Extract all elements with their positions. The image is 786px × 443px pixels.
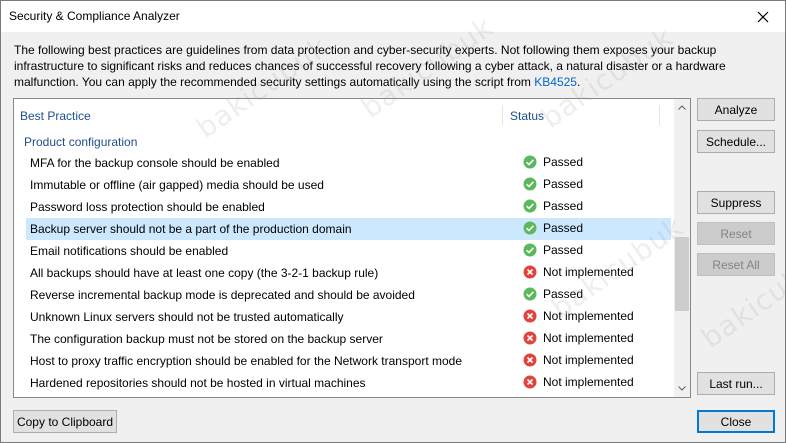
analyze-button[interactable]: Analyze <box>697 98 775 121</box>
table-row[interactable]: Backup server should not be a part of th… <box>26 218 671 240</box>
reset-all-button[interactable]: Reset All <box>697 253 775 276</box>
scroll-up-button[interactable] <box>674 99 690 116</box>
check-circle-icon <box>523 177 537 191</box>
suppress-button[interactable]: Suppress <box>697 191 775 214</box>
check-circle-icon <box>523 221 537 235</box>
group-label: Product configuration <box>24 135 138 149</box>
x-circle-icon <box>523 375 537 389</box>
status-cell: Passed <box>523 221 583 235</box>
status-cell: Passed <box>523 155 583 169</box>
status-text: Passed <box>543 199 584 213</box>
status-text: Not implemented <box>543 331 634 345</box>
practice-name: All backups should have at least one cop… <box>30 266 379 280</box>
scroll-down-button[interactable] <box>674 380 690 397</box>
table-row[interactable]: Password loss protection should be enabl… <box>26 196 671 218</box>
practice-name: Reverse incremental backup mode is depre… <box>30 288 415 302</box>
practice-name: Host to proxy traffic encryption should … <box>30 354 463 368</box>
status-cell: Not implemented <box>523 375 634 389</box>
practice-name: Hardened repositories should not be host… <box>30 376 366 390</box>
practice-name: Email notifications should be enabled <box>30 244 229 258</box>
column-header-status[interactable]: Status <box>510 109 544 123</box>
check-circle-icon <box>523 155 537 169</box>
status-text: Not implemented <box>543 309 634 323</box>
status-cell: Passed <box>523 287 583 301</box>
list-header: Best Practice Status <box>14 99 674 131</box>
close-button[interactable]: Close <box>697 410 775 433</box>
check-circle-icon <box>523 243 537 257</box>
rows-container: MFA for the backup console should be ena… <box>26 152 671 394</box>
practice-name: MFA for the backup console should be ena… <box>30 156 280 170</box>
column-divider[interactable] <box>502 105 503 125</box>
status-text: Passed <box>543 155 584 169</box>
close-icon <box>757 11 769 22</box>
table-row[interactable]: Reverse incremental backup mode is depre… <box>26 284 671 306</box>
description-text: The following best practices are guideli… <box>14 42 774 90</box>
description-body: The following best practices are guideli… <box>14 43 726 89</box>
vertical-scrollbar[interactable] <box>674 99 690 397</box>
status-text: Passed <box>543 243 584 257</box>
analyzer-window: Security & Compliance Analyzer The follo… <box>0 0 786 443</box>
practice-name: Backup server should not be a part of th… <box>30 222 352 236</box>
column-header-practice[interactable]: Best Practice <box>20 109 91 123</box>
title-bar: Security & Compliance Analyzer <box>1 1 785 32</box>
kb-link[interactable]: KB4525 <box>534 75 577 89</box>
practice-name: Password loss protection should be enabl… <box>30 200 265 214</box>
table-row[interactable]: Host to proxy traffic encryption should … <box>26 350 671 372</box>
table-row[interactable]: The configuration backup must not be sto… <box>26 328 671 350</box>
status-text: Passed <box>543 177 584 191</box>
table-row[interactable]: Email notifications should be enabled Pas… <box>26 240 671 262</box>
status-text: Not implemented <box>543 375 634 389</box>
x-circle-icon <box>523 353 537 367</box>
status-cell: Not implemented <box>523 265 634 279</box>
x-circle-icon <box>523 309 537 323</box>
status-cell: Passed <box>523 199 583 213</box>
copy-to-clipboard-button[interactable]: Copy to Clipboard <box>13 410 117 433</box>
status-cell: Not implemented <box>523 309 634 323</box>
practice-name: Immutable or offline (air gapped) media … <box>30 178 324 192</box>
scroll-thumb[interactable] <box>675 237 689 311</box>
description-suffix: . <box>576 75 581 89</box>
x-circle-icon <box>523 331 537 345</box>
practice-name: Unknown Linux servers should not be trus… <box>30 310 344 324</box>
reset-button[interactable]: Reset <box>697 222 775 245</box>
best-practices-list[interactable]: Best Practice Status Product configurati… <box>13 98 691 398</box>
status-text: Passed <box>543 287 584 301</box>
table-row[interactable]: All backups should have at least one cop… <box>26 262 671 284</box>
chevron-down-icon <box>678 386 686 391</box>
table-row[interactable]: MFA for the backup console should be ena… <box>26 152 671 174</box>
table-row[interactable]: Hardened repositories should not be host… <box>26 372 671 394</box>
status-cell: Not implemented <box>523 353 634 367</box>
status-cell: Passed <box>523 243 583 257</box>
practice-name: The configuration backup must not be sto… <box>30 332 383 346</box>
close-window-button[interactable] <box>741 1 785 32</box>
column-divider[interactable] <box>659 105 660 125</box>
status-text: Not implemented <box>543 265 634 279</box>
table-row[interactable]: Unknown Linux servers should not be trus… <box>26 306 671 328</box>
status-text: Not implemented <box>543 353 634 367</box>
status-cell: Passed <box>523 177 583 191</box>
status-cell: Not implemented <box>523 331 634 345</box>
status-text: Passed <box>543 221 584 235</box>
table-row[interactable]: Immutable or offline (air gapped) media … <box>26 174 671 196</box>
check-circle-icon <box>523 199 537 213</box>
schedule-button[interactable]: Schedule... <box>697 130 775 153</box>
x-circle-icon <box>523 265 537 279</box>
check-circle-icon <box>523 287 537 301</box>
window-title: Security & Compliance Analyzer <box>9 9 180 23</box>
chevron-up-icon <box>678 105 686 110</box>
last-run-button[interactable]: Last run... <box>697 372 775 395</box>
